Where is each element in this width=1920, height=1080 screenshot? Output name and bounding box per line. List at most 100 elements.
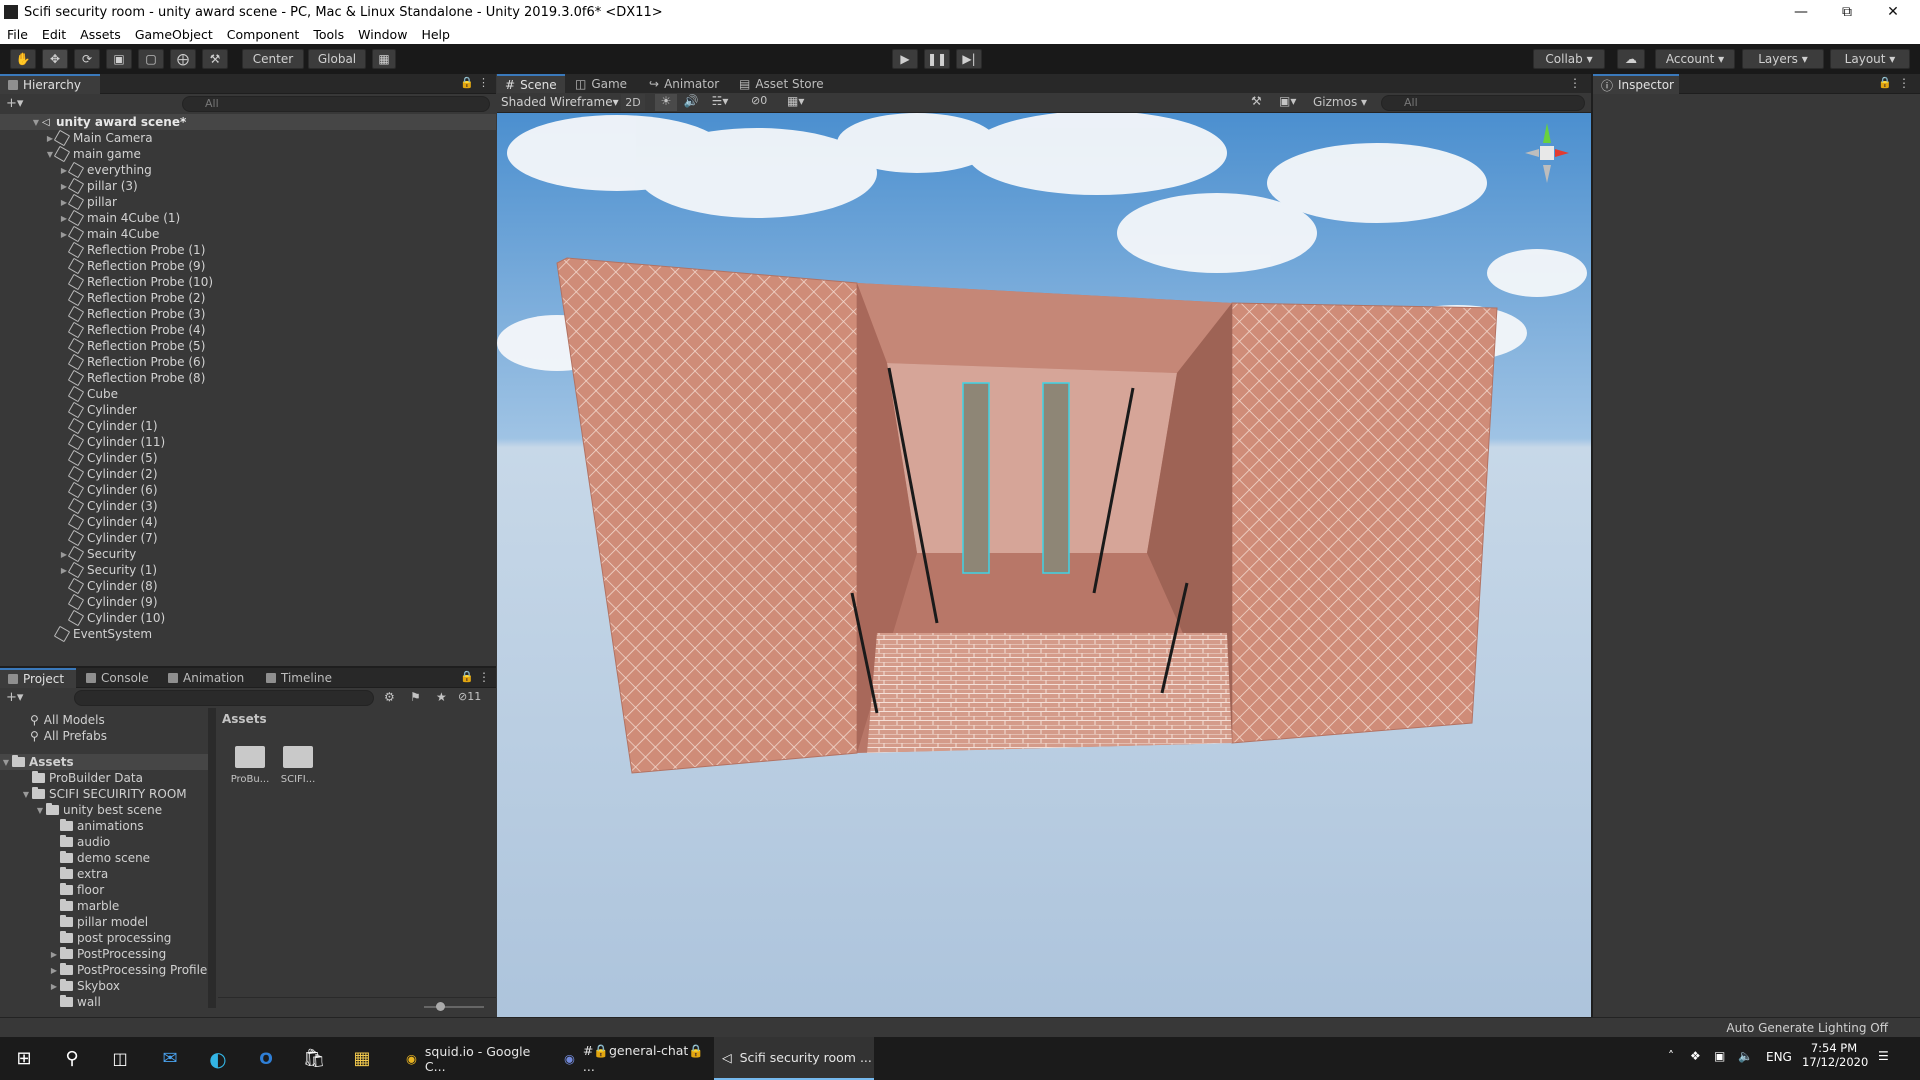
mail-icon[interactable]: ✉ bbox=[146, 1037, 194, 1080]
menu-tools[interactable]: Tools bbox=[306, 27, 351, 42]
project-folder-item[interactable]: ▼ Assets bbox=[0, 754, 208, 770]
volume-icon[interactable]: 🔈 bbox=[1738, 1049, 1753, 1063]
project-folder-item[interactable]: pillar model bbox=[48, 914, 148, 930]
menu-help[interactable]: Help bbox=[414, 27, 457, 42]
hierarchy-item[interactable]: Reflection Probe (1) bbox=[0, 241, 496, 259]
transform-tool-icon[interactable]: ⨁ bbox=[170, 49, 196, 69]
scene-search-input[interactable]: All bbox=[1381, 95, 1585, 111]
chevron-down-icon[interactable]: ▼ bbox=[30, 118, 42, 127]
scene-root-row[interactable]: ▼ ◁ unity award scene* bbox=[0, 114, 496, 130]
global-space-toggle[interactable]: Global bbox=[308, 49, 366, 69]
close-button[interactable]: ✕ bbox=[1870, 0, 1916, 24]
task-view-icon[interactable]: ◫ bbox=[96, 1037, 144, 1080]
lock-icon[interactable]: 🔒 bbox=[460, 76, 474, 89]
maximize-button[interactable]: ⧉ bbox=[1824, 0, 1870, 24]
hierarchy-item[interactable]: ▶ Main Camera bbox=[0, 129, 496, 147]
hierarchy-item[interactable]: Reflection Probe (5) bbox=[0, 337, 496, 355]
taskbar-app-discord[interactable]: ◉ #🔒general-chat🔒 ... bbox=[556, 1037, 706, 1080]
menu-file[interactable]: File bbox=[0, 27, 35, 42]
hierarchy-item[interactable]: Cylinder (8) bbox=[0, 577, 496, 595]
chevron-down-icon[interactable]: ▼ bbox=[20, 790, 32, 799]
project-folder-item[interactable]: demo scene bbox=[48, 850, 150, 866]
tab-project[interactable]: Project bbox=[0, 668, 76, 688]
edge-browser-icon[interactable]: ◐ bbox=[194, 1037, 242, 1080]
move-tool-icon[interactable]: ✥ bbox=[42, 49, 68, 69]
play-button[interactable]: ▶ bbox=[892, 49, 918, 69]
lock-icon[interactable]: 🔒 bbox=[1878, 76, 1892, 89]
custom-tool-icon[interactable]: ⚒ bbox=[202, 49, 228, 69]
tab-inspector[interactable]: ⓘ Inspector bbox=[1593, 74, 1679, 94]
kebab-menu-icon[interactable]: ⋮ bbox=[1569, 76, 1581, 90]
minimize-button[interactable]: — bbox=[1778, 0, 1824, 24]
collab-dropdown[interactable]: Collab ▾ bbox=[1533, 49, 1605, 69]
tab-game[interactable]: ◫ Game bbox=[567, 74, 639, 94]
store-icon[interactable]: 🛍 bbox=[290, 1037, 338, 1080]
hierarchy-item[interactable]: ▶ Security bbox=[0, 545, 496, 563]
draw-mode-dropdown[interactable]: Shaded Wireframe▾ bbox=[501, 95, 619, 109]
chevron-right-icon[interactable]: ▶ bbox=[48, 966, 60, 975]
tab-scene[interactable]: # Scene bbox=[497, 74, 565, 94]
project-folder-item[interactable]: marble bbox=[48, 898, 119, 914]
project-folder-item[interactable]: wall bbox=[48, 994, 101, 1010]
cloud-icon[interactable]: ☁ bbox=[1617, 49, 1645, 69]
scene-viewport[interactable] bbox=[497, 113, 1591, 1017]
network-icon[interactable]: ▣ bbox=[1714, 1049, 1725, 1063]
hierarchy-item[interactable]: Reflection Probe (8) bbox=[0, 369, 496, 387]
kebab-menu-icon[interactable]: ⋮ bbox=[478, 76, 489, 89]
hierarchy-item[interactable]: ▶ everything bbox=[0, 161, 496, 179]
kebab-menu-icon[interactable]: ⋮ bbox=[478, 670, 490, 684]
project-search-input[interactable] bbox=[74, 690, 374, 706]
hierarchy-item[interactable]: Cylinder (9) bbox=[0, 593, 496, 611]
lock-icon[interactable]: 🔒 bbox=[460, 670, 474, 683]
menu-gameobject[interactable]: GameObject bbox=[128, 27, 220, 42]
dropbox-icon[interactable]: ❖ bbox=[1690, 1049, 1701, 1063]
hierarchy-item[interactable]: Reflection Probe (3) bbox=[0, 305, 496, 323]
outlook-icon[interactable]: O bbox=[242, 1037, 290, 1080]
file-explorer-icon[interactable]: ▦ bbox=[338, 1037, 386, 1080]
hierarchy-item[interactable]: Cylinder (5) bbox=[0, 449, 496, 467]
hidden-objects-toggle[interactable]: ⊘0 bbox=[751, 94, 781, 111]
account-dropdown[interactable]: Account ▾ bbox=[1655, 49, 1735, 69]
project-folder-item[interactable]: ▶ PostProcessing bbox=[48, 946, 166, 962]
hierarchy-item[interactable]: ▶ main 4Cube bbox=[0, 225, 496, 243]
notification-center-icon[interactable]: ☰ bbox=[1878, 1049, 1889, 1063]
taskbar-app-chrome[interactable]: ◉ squid.io - Google C... bbox=[398, 1037, 548, 1080]
scale-tool-icon[interactable]: ▣ bbox=[106, 49, 132, 69]
rotate-tool-icon[interactable]: ⟳ bbox=[74, 49, 100, 69]
favorite-all-models[interactable]: ⚲ All Models bbox=[30, 712, 105, 728]
hierarchy-item[interactable]: Cylinder (11) bbox=[0, 433, 496, 451]
project-folder-item[interactable]: audio bbox=[48, 834, 110, 850]
hierarchy-item[interactable]: Cylinder (6) bbox=[0, 481, 496, 499]
tab-timeline[interactable]: Timeline bbox=[258, 668, 346, 688]
chevron-down-icon[interactable]: ▼ bbox=[34, 806, 46, 815]
layout-dropdown[interactable]: Layout ▾ bbox=[1830, 49, 1910, 69]
filter-by-type-icon[interactable]: ⚙ bbox=[384, 690, 395, 704]
hierarchy-item[interactable]: Cylinder (4) bbox=[0, 513, 496, 531]
taskbar-app-unity[interactable]: ◁ Scifi security room ... bbox=[714, 1037, 874, 1080]
hand-tool-icon[interactable]: ✋ bbox=[10, 49, 36, 69]
icon-size-slider-thumb[interactable] bbox=[436, 1002, 445, 1011]
icon-size-slider[interactable] bbox=[424, 1006, 484, 1008]
create-plus-icon[interactable]: +▾ bbox=[6, 690, 23, 705]
hierarchy-item[interactable]: ▶ pillar bbox=[0, 193, 496, 211]
search-icon[interactable]: ⚲ bbox=[48, 1037, 96, 1080]
pivot-center-toggle[interactable]: Center bbox=[242, 49, 304, 69]
snap-grid-icon[interactable]: ▦ bbox=[372, 49, 396, 69]
project-folder-item[interactable]: ▼ unity best scene bbox=[34, 802, 162, 818]
toggle-2d-button[interactable]: 2D bbox=[621, 94, 645, 111]
menu-edit[interactable]: Edit bbox=[35, 27, 73, 42]
hierarchy-item[interactable]: ▼ main game bbox=[0, 145, 496, 163]
grid-toggle-icon[interactable]: ▦▾ bbox=[787, 94, 817, 111]
create-plus-icon[interactable]: +▾ bbox=[6, 96, 23, 111]
tab-animator[interactable]: ↪ Animator bbox=[641, 74, 729, 94]
filter-by-label-icon[interactable]: ⚑ bbox=[410, 690, 421, 704]
hierarchy-item[interactable]: ▶ Security (1) bbox=[0, 561, 496, 579]
hierarchy-item[interactable]: Cylinder bbox=[0, 401, 496, 419]
effects-dropdown-icon[interactable]: ☵▾ bbox=[705, 94, 735, 111]
camera-settings-icon[interactable]: ▣▾ bbox=[1279, 94, 1309, 111]
tree-scrollbar[interactable] bbox=[208, 708, 216, 1008]
hierarchy-item[interactable]: Cylinder (3) bbox=[0, 497, 496, 515]
tab-hierarchy[interactable]: Hierarchy bbox=[0, 74, 100, 94]
pause-button[interactable]: ❚❚ bbox=[924, 49, 950, 69]
lighting-bulb-icon[interactable]: ☀ bbox=[655, 94, 677, 111]
